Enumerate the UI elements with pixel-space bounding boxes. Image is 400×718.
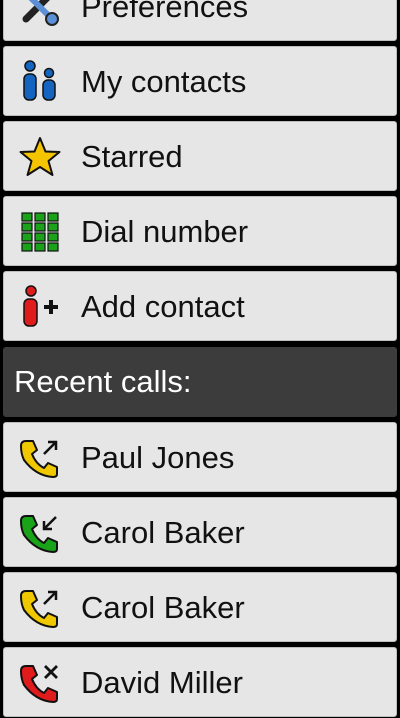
recent-calls-header: Recent calls:	[3, 347, 397, 417]
menu-item-label: Dial number	[81, 214, 249, 249]
dialpad-icon	[18, 210, 62, 254]
menu-item-label: Preferences	[81, 0, 249, 24]
outgoing-call-icon	[18, 586, 62, 630]
add-person-icon	[18, 285, 62, 329]
call-contact-name: David Miller	[81, 665, 243, 700]
menu-item-add-contact[interactable]: Add contact	[3, 271, 397, 341]
recent-call-item[interactable]: Carol Baker	[3, 497, 397, 567]
menu-item-dial-number[interactable]: Dial number	[3, 196, 397, 266]
call-contact-name: Carol Baker	[81, 515, 245, 550]
menu-item-label: My contacts	[81, 64, 247, 99]
recent-calls-title: Recent calls:	[14, 364, 192, 399]
recent-call-item[interactable]: Carol Baker	[3, 572, 397, 642]
menu-item-preferences[interactable]: Preferences	[3, 0, 397, 41]
menu-item-my-contacts[interactable]: My contacts	[3, 46, 397, 116]
recent-call-item[interactable]: Paul Jones	[3, 422, 397, 492]
people-icon	[18, 60, 62, 104]
outgoing-call-icon	[18, 436, 62, 480]
recent-call-item[interactable]: David Miller	[3, 647, 397, 717]
missed-call-icon	[18, 661, 62, 705]
menu-item-label: Starred	[81, 139, 183, 174]
call-contact-name: Paul Jones	[81, 440, 235, 475]
wrench-screwdriver-icon	[18, 0, 62, 29]
menu-item-starred[interactable]: Starred	[3, 121, 397, 191]
call-contact-name: Carol Baker	[81, 590, 245, 625]
menu-item-label: Add contact	[81, 289, 245, 324]
incoming-call-icon	[18, 511, 62, 555]
star-icon	[18, 135, 62, 179]
